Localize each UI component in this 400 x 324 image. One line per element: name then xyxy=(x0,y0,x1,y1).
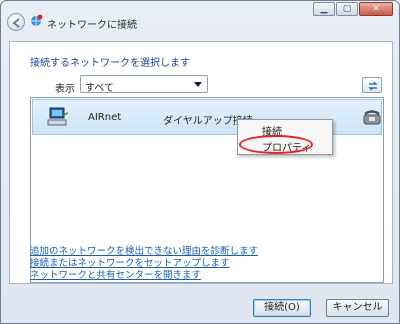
highlight-annotation xyxy=(239,135,313,154)
cancel-button[interactable]: キャンセル xyxy=(326,299,389,317)
dialup-computer-icon xyxy=(47,107,69,126)
back-button[interactable] xyxy=(7,13,25,31)
maximize-button[interactable]: ▢ xyxy=(336,2,358,16)
minimize-button[interactable]: ▁ xyxy=(313,2,335,16)
close-button[interactable]: ✕ xyxy=(359,2,393,16)
network-connect-icon xyxy=(31,14,43,26)
refresh-icon xyxy=(368,81,378,91)
filter-label: 表示 xyxy=(55,84,75,95)
connect-to-network-window: ネットワークに接続 ▁ ▢ ✕ 接続するネットワークを選択します 表示 すべて xyxy=(0,0,400,324)
link-setup-connection[interactable]: 接続またはネットワークをセットアップします xyxy=(30,258,258,270)
link-network-center[interactable]: ネットワークと共有センターを開きます xyxy=(30,270,258,282)
filter-selected-value: すべて xyxy=(85,83,114,94)
filter-dropdown[interactable]: すべて xyxy=(80,75,208,94)
caption-buttons: ▁ ▢ ✕ xyxy=(312,2,393,16)
help-links: 追加のネットワークを検出できない理由を診断します 接続またはネットワークをセット… xyxy=(30,246,258,282)
network-name: AIRnet xyxy=(88,112,122,123)
back-arrow-icon xyxy=(12,18,20,28)
chevron-down-icon xyxy=(194,82,202,87)
window-title: ネットワークに接続 xyxy=(47,20,137,31)
instruction-text: 接続するネットワークを選択します xyxy=(30,58,190,69)
refresh-button[interactable] xyxy=(362,77,382,93)
link-diagnose[interactable]: 追加のネットワークを検出できない理由を診断します xyxy=(30,246,258,258)
telephone-icon xyxy=(363,110,381,125)
title-bar[interactable]: ネットワークに接続 ▁ ▢ ✕ xyxy=(1,1,399,41)
connect-button[interactable]: 接続(O) xyxy=(253,299,311,317)
